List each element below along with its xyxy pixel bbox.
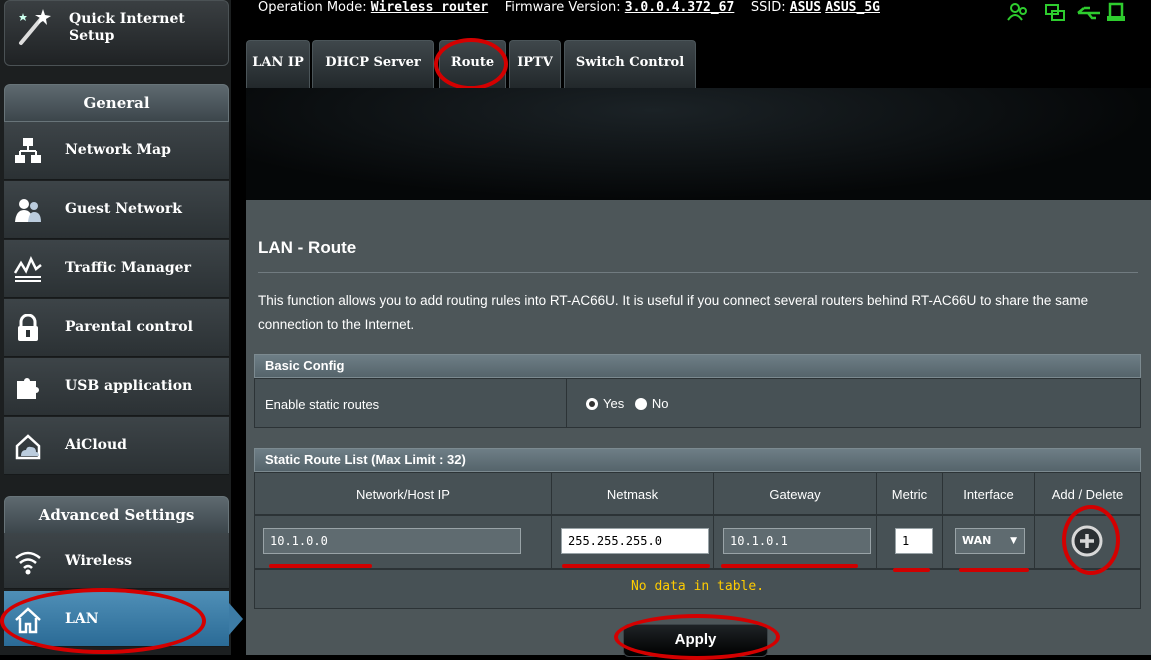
netmask-input[interactable]: 255.255.255.0	[561, 528, 709, 554]
network-status-icon[interactable]	[1045, 4, 1065, 21]
clients-icon[interactable]	[1007, 3, 1027, 21]
firmware-label: Firmware Version:	[504, 0, 621, 15]
general-section-header: General	[4, 84, 229, 122]
printer-status-icon[interactable]	[1107, 2, 1125, 21]
col-interface: Interface	[943, 473, 1035, 514]
col-netmask: Netmask	[552, 473, 714, 514]
sidebar-item-label: AiCloud	[65, 437, 127, 453]
tab-iptv[interactable]: IPTV	[509, 40, 561, 88]
usb-application-icon	[17, 378, 39, 399]
annotation-circle-add	[1062, 505, 1120, 575]
sidebar-item-label: USB application	[65, 378, 193, 394]
radio-yes[interactable]: Yes	[585, 396, 624, 411]
empty-table-message: No data in table.	[254, 569, 1141, 609]
metric-input[interactable]: 1	[895, 528, 933, 554]
static-routes-radio-group: Yes No	[567, 379, 1140, 427]
operation-mode-label: Operation Mode:	[258, 0, 367, 15]
tab-switch-control[interactable]: Switch Control	[564, 40, 696, 88]
page-description: This function allows you to add routing …	[258, 293, 1089, 332]
operation-mode-link[interactable]: Wireless router	[371, 0, 488, 15]
sidebar-item-wireless[interactable]: Wireless	[4, 533, 229, 589]
annotation-circle-apply	[614, 614, 780, 660]
annotation-underline-metric	[893, 568, 930, 572]
gateway-input[interactable]: 10.1.0.1	[723, 528, 871, 554]
sidebar-item-parental-control[interactable]: Parental control	[4, 299, 229, 357]
enable-static-routes-label: Enable static routes	[265, 397, 380, 412]
interface-select-value: WAN	[962, 534, 992, 547]
network-host-ip-input[interactable]: 10.1.0.0	[263, 528, 521, 554]
sidebar-item-aicloud[interactable]: AiCloud	[4, 417, 229, 475]
new-route-entry-row: 10.1.0.0 255.255.255.0 10.1.0.1 1 WAN ▼	[254, 515, 1141, 569]
annotation-underline-gateway	[721, 564, 858, 568]
sidebar-item-usb-application[interactable]: USB application	[4, 358, 229, 416]
route-column-headers: Network/Host IP Netmask Gateway Metric I…	[254, 472, 1141, 515]
annotation-underline-ip	[269, 564, 372, 568]
active-item-pointer	[229, 603, 243, 635]
magic-wand-icon	[19, 9, 51, 45]
page-title: LAN - Route	[258, 238, 357, 257]
annotation-underline-interface	[959, 568, 1029, 572]
annotation-circle-lan	[0, 588, 206, 654]
usb-status-icon[interactable]	[1077, 6, 1100, 20]
firmware-link[interactable]: 3.0.0.4.372_67	[625, 0, 735, 15]
quick-internet-setup-label: Quick Internet Setup	[69, 11, 185, 44]
title-divider	[258, 272, 1138, 273]
ssid-link-2g[interactable]: ASUS	[790, 0, 821, 15]
header-banner	[246, 88, 1151, 200]
sidebar-item-network-map[interactable]: Network Map	[4, 122, 229, 180]
quick-internet-setup-button[interactable]: Quick Internet Setup	[4, 0, 229, 66]
parental-control-icon	[18, 314, 38, 341]
radio-no[interactable]: No	[634, 396, 669, 411]
advanced-settings-header: Advanced Settings	[4, 496, 229, 534]
radio-no-label: No	[651, 396, 669, 411]
sidebar-item-label: Guest Network	[65, 201, 182, 217]
col-metric: Metric	[877, 473, 943, 514]
wireless-icon	[15, 551, 41, 575]
radio-yes-label: Yes	[603, 396, 625, 411]
sidebar-item-label: Traffic Manager	[65, 260, 191, 276]
col-network-host-ip: Network/Host IP	[255, 473, 552, 514]
static-route-list-header: Static Route List (Max Limit : 32)	[254, 448, 1141, 472]
basic-config-header: Basic Config	[254, 354, 1141, 378]
network-map-icon	[15, 138, 41, 163]
tab-dhcp-server[interactable]: DHCP Server	[312, 40, 434, 88]
sidebar-item-traffic-manager[interactable]: Traffic Manager	[4, 240, 229, 298]
sidebar-item-guest-network[interactable]: Guest Network	[4, 181, 229, 239]
chevron-down-icon: ▼	[1010, 536, 1017, 546]
sidebar: Quick Internet Setup General Network Map…	[0, 0, 231, 655]
status-icon-group	[1007, 2, 1125, 21]
aicloud-icon	[15, 434, 41, 460]
ssid-link-5g[interactable]: ASUS_5G	[825, 0, 880, 15]
sidebar-item-label: Network Map	[65, 142, 171, 158]
col-gateway: Gateway	[714, 473, 877, 514]
tab-lan-ip[interactable]: LAN IP	[246, 40, 310, 88]
guest-network-icon	[15, 199, 41, 222]
traffic-manager-icon	[14, 255, 42, 282]
sidebar-item-label: Wireless	[65, 553, 133, 569]
ssid-label: SSID:	[750, 0, 786, 15]
enable-static-routes-row: Enable static routes Yes No	[254, 378, 1141, 428]
radio-unselected-icon	[634, 397, 647, 410]
radio-selected-icon	[586, 397, 598, 410]
annotation-underline-netmask	[562, 564, 710, 568]
interface-select[interactable]: WAN ▼	[955, 528, 1025, 554]
main-panel: LAN - Route This function allows you to …	[246, 200, 1151, 660]
sidebar-item-label: Parental control	[65, 319, 193, 335]
annotation-circle-route-tab	[434, 38, 508, 90]
